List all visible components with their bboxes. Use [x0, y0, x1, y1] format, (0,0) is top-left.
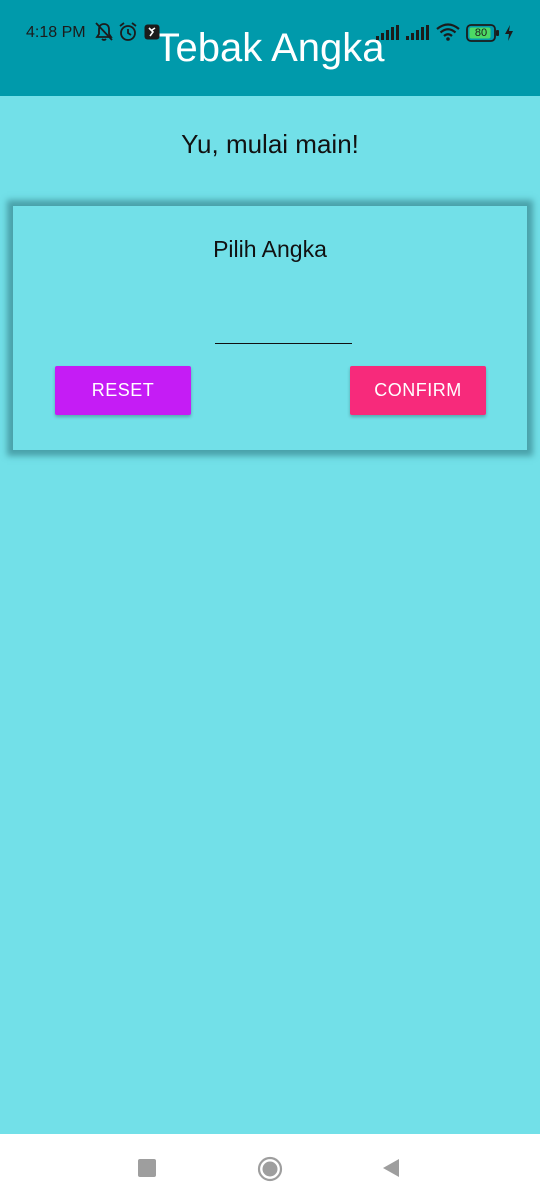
reset-button[interactable]: RESET [55, 366, 191, 415]
signal-icon [376, 25, 400, 41]
battery-level: 80 [474, 27, 488, 39]
guess-card: Pilih Angka RESET CONFIRM [13, 206, 527, 450]
confirm-button[interactable]: CONFIRM [350, 366, 486, 415]
status-bar: 4:18 PM 80 [0, 0, 540, 66]
notifications-off-icon [94, 21, 114, 43]
signal-icon [406, 25, 430, 41]
back-icon[interactable] [381, 1158, 401, 1178]
home-icon[interactable] [257, 1156, 283, 1182]
navigation-bar [0, 1134, 540, 1200]
recents-icon[interactable] [138, 1159, 156, 1177]
number-input[interactable] [215, 304, 352, 344]
charging-icon [504, 25, 514, 41]
subtitle: Yu, mulai main! [181, 129, 359, 159]
alarm-icon [118, 21, 138, 43]
app-notification-icon [144, 24, 160, 40]
status-time: 4:18 PM [26, 24, 86, 41]
wifi-icon [436, 23, 460, 41]
main-content: Yu, mulai main! Pilih Angka RESET CONFIR… [0, 96, 540, 1134]
card-title: Pilih Angka [213, 236, 327, 262]
